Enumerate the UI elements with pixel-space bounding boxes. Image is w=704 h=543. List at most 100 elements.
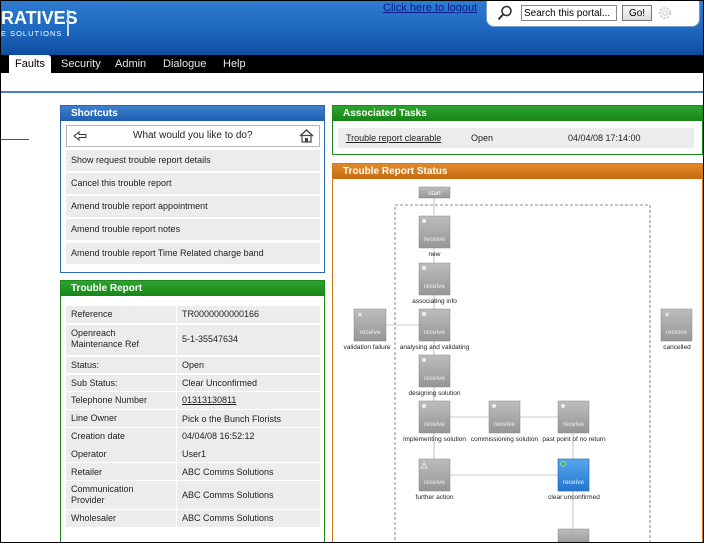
row-line-owner: Line Owner Pick o the Bunch Florists: [66, 410, 320, 427]
field-label: Telephone Number: [71, 395, 148, 405]
row-creation-date: Creation date 04/04/08 16:52:12: [66, 428, 320, 445]
row-retailer: Retailer ABC Comms Solutions: [66, 463, 320, 480]
task-link[interactable]: Trouble report clearable: [346, 133, 441, 143]
tab-faults[interactable]: Faults: [9, 55, 51, 73]
row-openreach-ref: Openreach Maintenance Ref 5-1-35547634: [66, 325, 320, 355]
field-label: Creation date: [71, 431, 126, 441]
search-input[interactable]: [521, 5, 617, 21]
workflow-node-new[interactable]: receive new: [418, 215, 451, 258]
row-wholesaler: Wholesaler ABC Comms Solutions: [66, 510, 320, 527]
svg-text:receive: receive: [494, 421, 515, 428]
row-status: Status: Open: [66, 357, 320, 373]
field-value: ABC Comms Solutions: [182, 467, 274, 477]
svg-text:implementing solution: implementing solution: [403, 436, 466, 443]
shortcuts-title: Shortcuts: [61, 106, 324, 121]
shortcuts-header: What would you like to do?: [66, 125, 320, 147]
svg-text:clear unconfirmed: clear unconfirmed: [548, 494, 600, 501]
field-label: Wholesaler: [71, 513, 117, 523]
trouble-report-panel: Trouble Report Reference TR0000000000166…: [60, 280, 325, 542]
field-value: Pick o the Bunch Florists: [182, 414, 282, 424]
row-telephone: Telephone Number 01313130811: [66, 392, 320, 409]
svg-text:receive: receive: [563, 479, 584, 486]
shortcut-cancel[interactable]: Cancel this trouble report: [66, 173, 320, 194]
search-go-button[interactable]: Go!: [622, 5, 652, 21]
workflow-node-validation-failure[interactable]: × receive validation failure: [344, 308, 391, 351]
svg-text:receive: receive: [424, 283, 445, 290]
shortcut-amend-notes[interactable]: Amend trouble report notes: [66, 219, 320, 240]
svg-text:receive: receive: [424, 479, 445, 486]
gear-icon[interactable]: [656, 4, 674, 22]
telephone-link[interactable]: 01313130811: [182, 395, 236, 406]
divider: [1, 139, 29, 140]
svg-text:past point of no return: past point of no return: [542, 436, 606, 443]
associated-tasks-title: Associated Tasks: [333, 106, 702, 121]
svg-text:receive: receive: [360, 329, 381, 336]
workflow-node-past-point-of-no-return[interactable]: receive past point of no return: [542, 400, 606, 443]
status-title: Trouble Report Status: [333, 164, 702, 179]
svg-text:receive: receive: [424, 375, 445, 382]
logo-divider: [67, 10, 69, 36]
search-icon[interactable]: [497, 5, 513, 21]
row-sub-status: Sub Status: Clear Unconfirmed: [66, 375, 320, 391]
tab-help[interactable]: Help: [223, 55, 246, 73]
field-label: Sub Status:: [71, 378, 118, 388]
subnav-band: [1, 73, 703, 93]
svg-text:receive: receive: [563, 421, 584, 428]
workflow-connectors: [386, 198, 574, 542]
svg-text:receive: receive: [666, 329, 687, 336]
svg-text:commissioning solution: commissioning solution: [471, 436, 539, 443]
row-reference: Reference TR0000000000166: [66, 306, 320, 323]
field-label: Line Owner: [71, 413, 118, 423]
shortcut-amend-appointment[interactable]: Amend trouble report appointment: [66, 196, 320, 217]
field-label: Retailer: [71, 467, 103, 477]
workflow-node-next[interactable]: [557, 528, 590, 543]
workflow-node-clear-unconfirmed[interactable]: receive clear unconfirmed: [548, 458, 600, 501]
field-value: User1: [182, 449, 207, 459]
svg-text:new: new: [429, 251, 441, 258]
workflow-node-commissioning-solution[interactable]: receive commissioning solution: [471, 400, 539, 443]
shortcuts-question: What would you like to do?: [133, 130, 253, 141]
shortcut-show-details[interactable]: Show request trouble report details: [66, 150, 320, 171]
svg-text:associating info: associating info: [412, 298, 457, 305]
workflow-node-analysing-validating[interactable]: receive analysing and validating: [400, 308, 470, 351]
associated-tasks-panel: Associated Tasks Trouble report clearabl…: [332, 105, 703, 155]
header-bar: RATIVES E SOLUTIONS Click here to logout…: [1, 1, 703, 55]
row-communication-provider: Communication Provider ABC Comms Solutio…: [66, 481, 320, 509]
field-value: ABC Comms Solutions: [182, 513, 274, 523]
svg-text:designing solution: designing solution: [408, 390, 460, 397]
field-value: Clear Unconfirmed: [182, 378, 258, 388]
tab-security[interactable]: Security: [61, 55, 101, 73]
home-icon[interactable]: [299, 129, 314, 143]
tab-admin[interactable]: Admin: [115, 55, 146, 73]
workflow-node-cancelled[interactable]: × receive cancelled: [660, 308, 693, 351]
row-operator: Operator User1: [66, 445, 320, 462]
shortcut-amend-charge-band[interactable]: Amend trouble report Time Related charge…: [66, 243, 320, 264]
workflow-start-node[interactable]: start: [418, 186, 451, 199]
field-label: Openreach Maintenance Ref: [71, 328, 140, 349]
logout-link[interactable]: Click here to logout: [383, 2, 477, 14]
trouble-report-title: Trouble Report: [61, 281, 324, 296]
svg-text:receive: receive: [424, 236, 445, 243]
svg-text:×: ×: [665, 312, 669, 319]
task-row: Trouble report clearable Open 04/04/08 1…: [338, 128, 694, 148]
field-label: Operator: [71, 449, 107, 459]
svg-text:start: start: [428, 190, 441, 197]
workflow-node-implementing-solution[interactable]: receive implementing solution: [403, 400, 466, 443]
field-value: ABC Comms Solutions: [182, 490, 274, 500]
workflow-node-associating-info[interactable]: receive associating info: [412, 262, 457, 305]
svg-text:cancelled: cancelled: [663, 344, 691, 351]
field-value: 5-1-35547634: [182, 334, 239, 344]
field-label: Reference: [71, 309, 113, 319]
back-arrow-icon[interactable]: [73, 131, 87, 141]
field-value: Open: [182, 360, 205, 370]
field-label: Status:: [71, 360, 100, 370]
svg-text:further action: further action: [416, 494, 454, 501]
tab-dialogue[interactable]: Dialogue: [163, 55, 206, 73]
svg-text:analysing and validating: analysing and validating: [400, 344, 470, 351]
shortcuts-panel: Shortcuts What would you like to do? Sho…: [60, 105, 325, 273]
status-panel: Trouble Report Status start receive new …: [332, 163, 703, 543]
task-date: 04/04/08 17:14:00: [568, 133, 641, 143]
field-value: TR0000000000166: [182, 309, 260, 319]
workflow-node-further-action[interactable]: receive further action: [416, 458, 454, 501]
workflow-node-designing-solution[interactable]: receive designing solution: [408, 354, 461, 397]
